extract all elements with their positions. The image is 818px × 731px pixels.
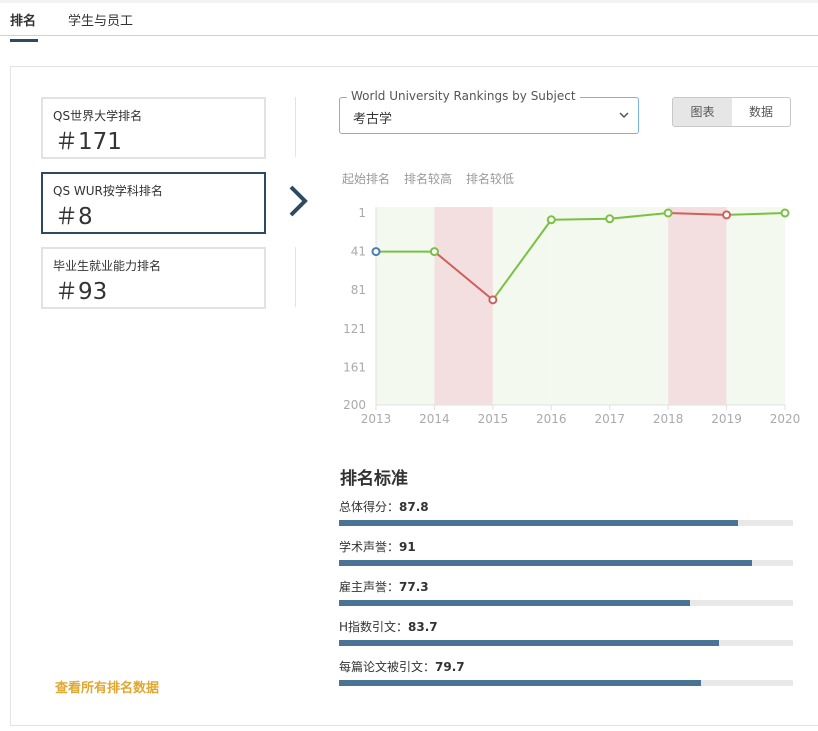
view-all-rankings-link[interactable]: 查看所有排名数据 — [55, 677, 159, 696]
data-point — [605, 214, 615, 224]
segment-band — [492, 207, 552, 405]
segment-band — [726, 207, 785, 405]
criterion-label: 雇主声誉： — [339, 580, 400, 594]
divider — [295, 97, 296, 157]
legend-start-rank: 起始排名 — [342, 172, 391, 186]
criterion-label: 学术声誉： — [339, 540, 400, 554]
data-view-button[interactable]: 数据 — [732, 97, 791, 127]
ranking-line-chart: 1 41 81 121 161 2002013 2014 2015 2016 2017 2018 20… — [343, 206, 801, 426]
legend-rank-lower: 排名较低 — [466, 172, 515, 186]
x-tick-label: 2014 — [419, 412, 450, 426]
subject-select-legend: World University Rankings by Subject — [347, 89, 580, 103]
active-tab-indicator — [10, 39, 38, 42]
segment-band — [609, 207, 669, 405]
y-tick-label: 200 — [343, 398, 366, 412]
tab-bar: 排名 学生与员工 — [0, 8, 818, 42]
tab-students-staff[interactable]: 学生与员工 — [68, 10, 133, 29]
chart-view-button[interactable]: 图表 — [672, 97, 733, 127]
data-point — [546, 215, 556, 225]
criterion-bar-track — [339, 640, 793, 646]
line-segment — [551, 217, 610, 221]
subject-select-value: 考古学 — [353, 112, 393, 127]
x-tick-label: 2013 — [361, 412, 392, 426]
data-point — [663, 208, 673, 218]
rank-card-world[interactable]: QS世界大学排名 ＃171 — [41, 97, 266, 159]
criterion-label: 总体得分： — [339, 500, 400, 514]
data-point — [722, 210, 732, 220]
rank-card-value: ＃171 — [55, 129, 122, 155]
criterion-row: 每篇论文被引文：79.7 — [339, 658, 793, 686]
chevron-right-icon — [289, 185, 308, 217]
criterion-bar-fill — [339, 560, 753, 566]
y-tick-label: 121 — [343, 322, 366, 336]
rank-card-value: ＃8 — [55, 204, 93, 230]
y-tick-label: 81 — [351, 283, 366, 297]
data-point — [780, 208, 790, 218]
criterion-value: 91 — [399, 540, 416, 554]
tab-rankings[interactable]: 排名 — [10, 10, 36, 29]
x-tick-label: 2019 — [711, 412, 742, 426]
criterion-row: 学术声誉：91 — [339, 538, 793, 566]
legend-rank-higher: 排名较高 — [404, 172, 453, 186]
criterion-label: 每篇论文被引文： — [339, 660, 436, 674]
segment-band — [434, 207, 493, 405]
criterion-bar-track — [339, 600, 793, 606]
y-tick-label: 41 — [351, 245, 366, 259]
data-point — [429, 247, 439, 257]
x-tick-label: 2015 — [478, 412, 509, 426]
x-tick-label: 2018 — [653, 412, 684, 426]
criterion-bar-track — [339, 560, 793, 566]
rank-card-subject[interactable]: QS WUR按学科排名 ＃8 — [41, 172, 266, 234]
criterion-value: 79.7 — [435, 660, 465, 674]
x-tick-label: 2020 — [770, 412, 801, 426]
criterion-row: 雇主声誉：77.3 — [339, 578, 793, 606]
criterion-row: H指数引文：83.7 — [339, 618, 793, 646]
chevron-down-icon — [619, 112, 629, 119]
criterion-value: 77.3 — [399, 580, 429, 594]
segment-band — [668, 207, 727, 405]
rank-card-value: ＃93 — [55, 279, 108, 305]
rankings-panel: QS世界大学排名 ＃171 QS WUR按学科排名 ＃8 毕业生就业能力排名 ＃… — [10, 66, 818, 726]
segment-band — [376, 207, 435, 405]
criterion-label: H指数引文： — [339, 620, 409, 634]
criterion-bar-track — [339, 520, 793, 526]
criterion-bar-fill — [339, 640, 719, 646]
divider — [295, 247, 296, 307]
y-tick-label: 1 — [358, 206, 366, 220]
y-tick-label: 161 — [343, 360, 366, 374]
x-tick-label: 2016 — [536, 412, 567, 426]
criterion-row: 总体得分：87.8 — [339, 498, 793, 526]
criterion-bar-fill — [339, 680, 701, 686]
criterion-bar-fill — [339, 520, 738, 526]
data-point — [371, 247, 381, 257]
top-border — [0, 0, 818, 3]
rank-card-employability[interactable]: 毕业生就业能力排名 ＃93 — [41, 247, 266, 309]
criterion-value: 87.8 — [399, 500, 429, 514]
data-point — [488, 295, 498, 305]
criterion-bar-fill — [339, 600, 690, 606]
x-tick-label: 2017 — [594, 412, 625, 426]
criterion-bar-track — [339, 680, 793, 686]
criterion-value: 83.7 — [408, 620, 438, 634]
criteria-title: 排名标准 — [340, 469, 408, 489]
segment-band — [551, 207, 610, 405]
